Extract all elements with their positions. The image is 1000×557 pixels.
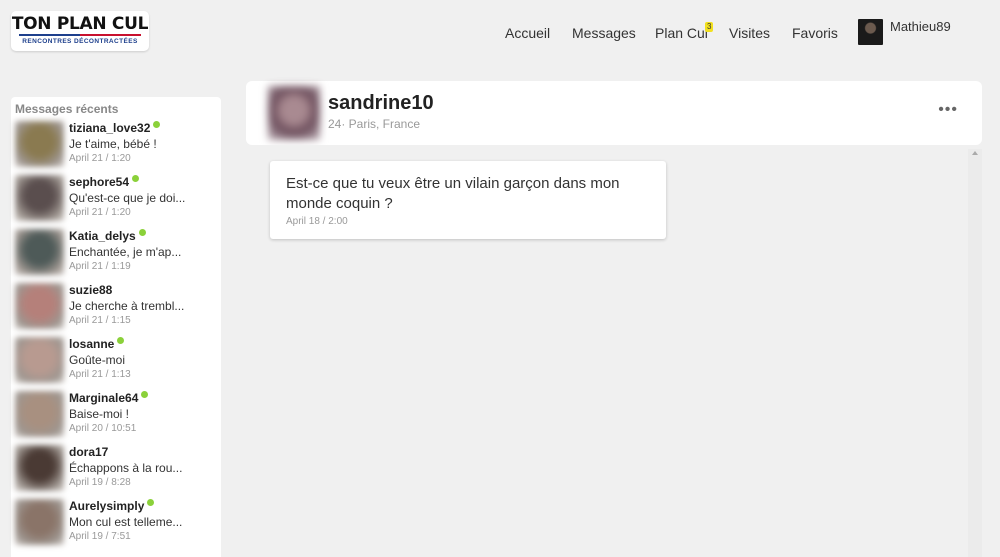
online-status-icon xyxy=(153,121,161,128)
profile-avatar[interactable] xyxy=(268,86,320,140)
list-item[interactable]: sephore54 Qu'est-ce que je doi... April 21… xyxy=(15,175,215,223)
nav-label: Messages xyxy=(572,25,636,41)
avatar xyxy=(15,499,64,545)
nav-item-accueil[interactable]: Accueil xyxy=(505,25,550,41)
message-text: Est-ce que tu veux être un vilain garçon… xyxy=(286,175,620,212)
conversation-preview: Qu'est-ce que je doi... xyxy=(69,191,186,205)
conversation-name: suzie88 xyxy=(69,283,112,297)
conversation-name: Marginale64 xyxy=(69,391,149,405)
chat-header: sandrine10 24· Paris, France ••• xyxy=(246,81,982,145)
list-item[interactable]: Marginale64 Baise-moi ! April 20 / 10:51 xyxy=(15,391,215,439)
list-item[interactable]: losanne Goûte-moi April 21 / 1:13 xyxy=(15,337,215,385)
conversation-name-text: dora17 xyxy=(69,445,109,459)
nav-item-favoris[interactable]: Favoris xyxy=(792,25,838,41)
conversation-time: April 19 / 7:51 xyxy=(69,531,131,542)
profile-name[interactable]: sandrine10 xyxy=(328,92,434,115)
conversation-name-text: Marginale64 xyxy=(69,391,139,405)
user-name: Mathieu89 xyxy=(890,19,951,34)
nav-label: Visites xyxy=(729,25,770,41)
conversation-name-text: losanne xyxy=(69,337,115,351)
avatar xyxy=(15,445,64,491)
list-item[interactable]: Katia_delys Enchantée, je m'ap... April 21… xyxy=(15,229,215,277)
conversation-name-text: Aurelysimply xyxy=(69,499,145,513)
conversation-time: April 19 / 8:28 xyxy=(69,477,131,488)
nav-item-messages[interactable]: Messages xyxy=(572,25,636,41)
conversation-name: Katia_delys xyxy=(69,229,146,243)
conversation-time: April 21 / 1:15 xyxy=(69,315,131,326)
message-time: April 18 / 2:00 xyxy=(286,216,348,227)
conversation-preview: Je t'aime, bébé ! xyxy=(69,137,157,151)
conversation-name-text: sephore54 xyxy=(69,175,130,189)
conversation-name-text: tiziana_love32 xyxy=(69,121,151,135)
recent-messages-sidebar: Messages récents tiziana_love32 Je t'aime… xyxy=(11,97,221,557)
nav-item-plan-cul[interactable]: Plan Cul 3 xyxy=(655,22,714,41)
conversation-time: April 21 / 1:20 xyxy=(69,207,131,218)
avatar xyxy=(858,19,883,45)
online-status-icon xyxy=(117,337,125,344)
nav-label: Plan Cul xyxy=(655,25,708,41)
message-bubble: Est-ce que tu veux être un vilain garçon… xyxy=(270,161,666,239)
nav-label: Favoris xyxy=(792,25,838,41)
conversation-name: Aurelysimply xyxy=(69,499,155,513)
more-options-button[interactable]: ••• xyxy=(938,101,958,119)
conversation-name: tiziana_love32 xyxy=(69,121,161,135)
conversation-time: April 21 / 1:20 xyxy=(69,153,131,164)
logo-title: TON PLAN CUL xyxy=(11,14,149,34)
chat-area: Est-ce que tu veux être un vilain garçon… xyxy=(246,145,982,557)
nav-label: Accueil xyxy=(505,25,551,41)
conversation-preview: Goûte-moi xyxy=(69,353,126,367)
avatar xyxy=(15,337,64,383)
conversation-preview: Je cherche à trembl... xyxy=(69,299,185,313)
avatar xyxy=(15,283,64,329)
scroll-up-icon[interactable] xyxy=(972,151,978,155)
conversation-preview: Échappons à la rou... xyxy=(69,461,183,475)
scrollbar[interactable] xyxy=(968,149,982,557)
nav-item-visites[interactable]: Visites xyxy=(729,25,770,41)
online-status-icon xyxy=(147,499,155,506)
conversation-time: April 21 / 1:13 xyxy=(69,369,131,380)
conversation-preview: Baise-moi ! xyxy=(69,407,130,421)
list-item[interactable]: Aurelysimply Mon cul est telleme... April … xyxy=(15,499,215,547)
online-status-icon xyxy=(141,391,149,398)
list-item[interactable]: tiziana_love32 Je t'aime, bébé ! April 21 … xyxy=(15,121,215,169)
conversation-name: dora17 xyxy=(69,445,108,459)
list-item[interactable]: dora17 Échappons à la rou... April 19 / 8:… xyxy=(15,445,215,493)
conversation-preview: Mon cul est telleme... xyxy=(69,515,183,529)
conversation-preview: Enchantée, je m'ap... xyxy=(69,245,182,259)
profile-meta: 24· Paris, France xyxy=(328,117,421,131)
avatar xyxy=(15,175,64,221)
conversation-time: April 20 / 10:51 xyxy=(69,423,137,434)
online-status-icon xyxy=(138,229,146,236)
avatar xyxy=(15,229,64,275)
conversation-name: losanne xyxy=(69,337,125,351)
conversation-name-text: suzie88 xyxy=(69,283,113,297)
sidebar-title: Messages récents xyxy=(15,102,119,116)
online-status-icon xyxy=(132,175,140,182)
conversation-name-text: Katia_delys xyxy=(69,229,136,243)
notification-badge: 3 xyxy=(705,22,714,32)
site-logo[interactable]: TON PLAN CUL RENCONTRES DÉCONTRACTÉES xyxy=(11,11,149,51)
conversation-name: sephore54 xyxy=(69,175,140,189)
list-item[interactable]: suzie88 Je cherche à trembl... April 21 / … xyxy=(15,283,215,331)
logo-divider xyxy=(19,34,141,36)
logo-tagline: RENCONTRES DÉCONTRACTÉES xyxy=(22,38,138,45)
conversation-time: April 21 / 1:19 xyxy=(69,261,131,272)
avatar xyxy=(15,391,64,437)
avatar xyxy=(15,121,64,167)
